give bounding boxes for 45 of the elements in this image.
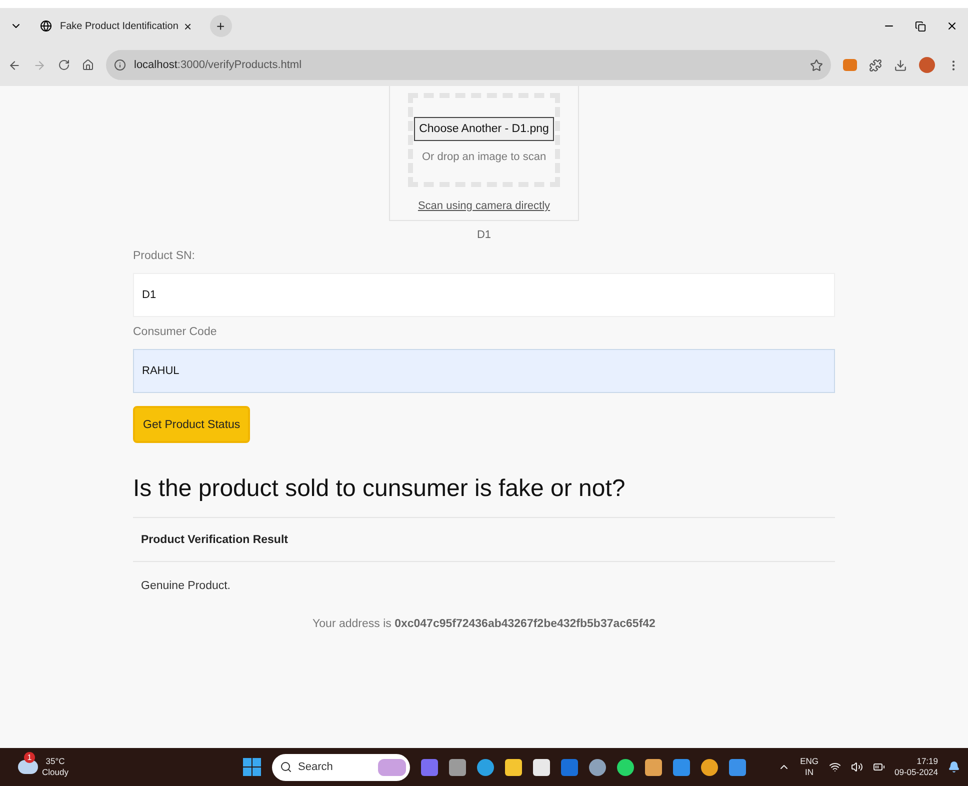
bell-icon[interactable] (948, 761, 960, 773)
globe-icon (40, 20, 52, 32)
info-icon (114, 59, 126, 71)
close-icon[interactable] (946, 20, 958, 32)
back-icon[interactable] (8, 58, 21, 72)
windows-logo-icon[interactable] (243, 758, 261, 776)
profile-avatar[interactable] (919, 57, 935, 73)
search-placeholder: Search (298, 761, 334, 773)
input-field[interactable]: RAHUL (133, 349, 835, 393)
notification-badge: 1 (24, 752, 35, 763)
taskbar-search-field[interactable]: Search (272, 754, 410, 780)
reload-icon[interactable] (58, 59, 70, 71)
tab-title: Fake Product Identification (60, 20, 176, 32)
home-icon[interactable] (82, 59, 94, 71)
address-bar[interactable]: localhost:3000/verifyProducts.html (106, 50, 831, 80)
cloud-icon[interactable] (18, 760, 38, 774)
weather-condition: Cloudy (42, 767, 68, 778)
get-status-button[interactable]: Get Product Status (133, 406, 250, 443)
tab-close-button[interactable]: × (184, 18, 192, 34)
download-icon[interactable] (894, 58, 907, 72)
language-region[interactable]: IN (805, 767, 814, 778)
camera-scan-link[interactable]: Scan using camera directly (418, 200, 550, 212)
drop-zone[interactable]: Choose Another - D1.png Or drop an image to scan (408, 93, 560, 187)
table-cell-text: Genuine Product. (140, 579, 232, 594)
bookmark-star-icon[interactable] (810, 58, 823, 72)
section-heading: Is the product sold to cunsumer is fake or not? (133, 475, 626, 503)
table-header: Product Verification Result (133, 517, 835, 562)
choose-file-button[interactable]: Choose Another - D1.png (414, 117, 554, 141)
battery-icon[interactable] (872, 761, 885, 773)
language-code[interactable]: ENG (800, 756, 819, 767)
url-text: localhost:3000/verifyProducts.html (134, 59, 302, 71)
drop-hint: Or drop an image to scan (422, 151, 546, 163)
clock-time[interactable]: 17:19 (916, 756, 938, 767)
field-label: Product SN: (133, 250, 196, 262)
extensions-icon[interactable] (869, 58, 882, 72)
speaker-icon[interactable] (850, 761, 863, 773)
wallet-address-text: Your address is 0xc047c95f72436ab43267f2be432fb5b37ac65f42 (312, 618, 656, 630)
input-field[interactable]: D1 (133, 273, 835, 317)
scan-result: D1 (476, 229, 492, 241)
restore-icon[interactable] (915, 20, 926, 32)
field-label: Consumer Code (133, 326, 218, 338)
search-icon (280, 761, 292, 773)
clock-date[interactable]: 09-05-2024 (894, 767, 938, 778)
temperature-text: 35°C (46, 756, 65, 767)
new-tab-button[interactable]: + (210, 15, 232, 37)
